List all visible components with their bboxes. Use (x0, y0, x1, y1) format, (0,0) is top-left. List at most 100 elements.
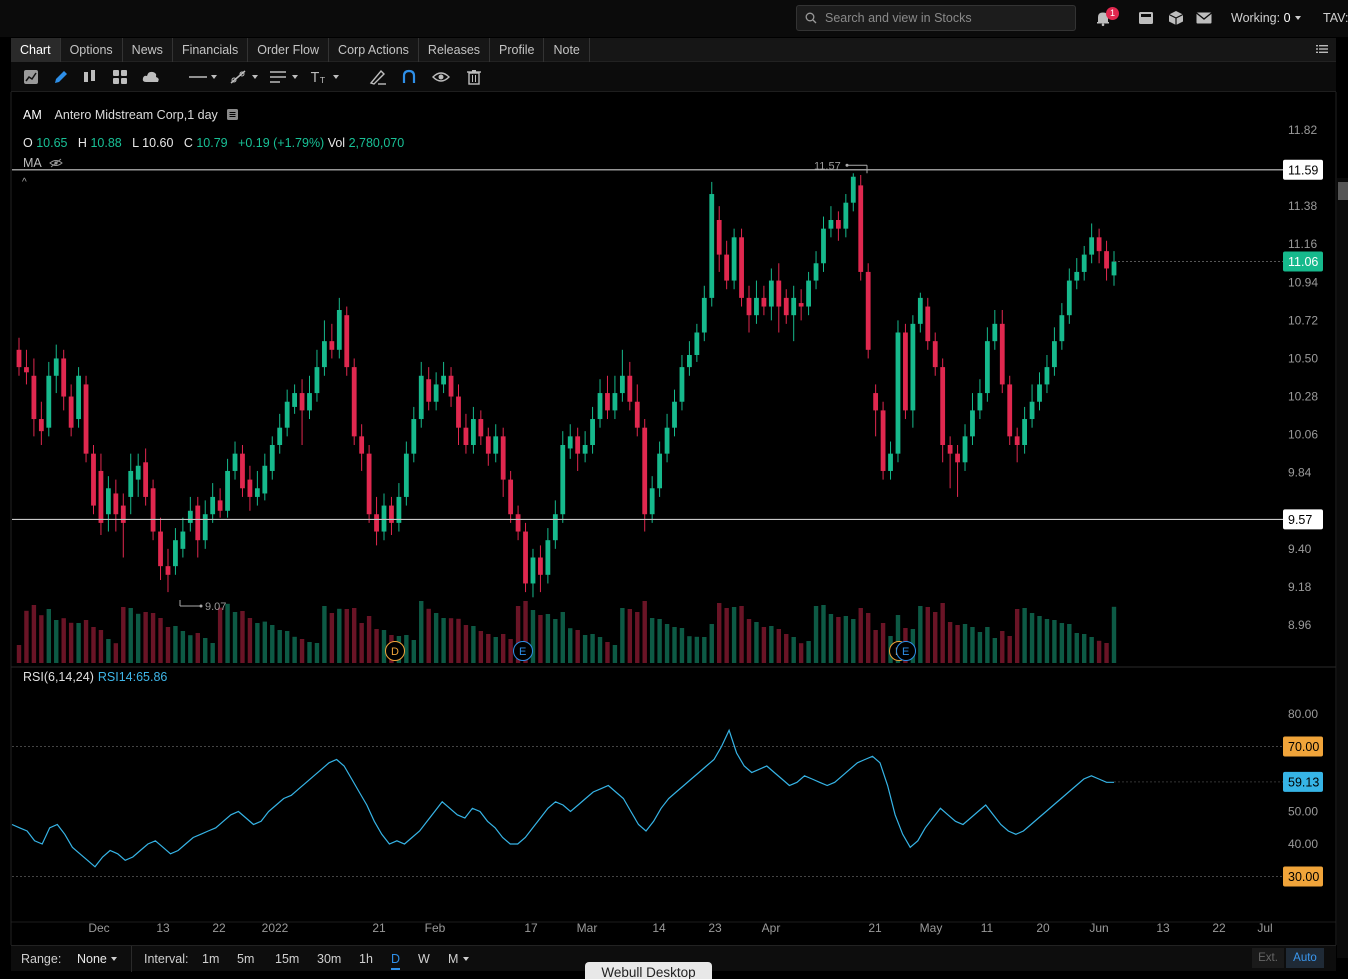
close-label: C (183, 136, 193, 150)
brush-icon[interactable] (369, 69, 387, 85)
volume-bar (925, 607, 930, 663)
tab-chart[interactable]: Chart (11, 37, 61, 62)
volume-bar (262, 621, 268, 663)
tab-options[interactable]: Options (61, 37, 123, 62)
auto-scale-button[interactable]: Auto (1286, 948, 1324, 968)
candle-body (165, 566, 171, 575)
volume-bar (873, 630, 878, 663)
candle-body (493, 436, 499, 454)
ma-label: MA (23, 156, 42, 170)
low-label: L (132, 136, 139, 150)
candle-body (403, 453, 409, 497)
x-axis-label: 13 (1156, 921, 1170, 935)
extended-hours-button[interactable]: Ext. (1252, 948, 1284, 968)
fib-tool-icon[interactable] (269, 69, 299, 85)
trendline-tool-icon[interactable] (229, 69, 259, 85)
ma-indicator[interactable]: MA (23, 156, 63, 170)
candle-body (761, 297, 767, 307)
working-orders[interactable]: Working: 0 (1231, 11, 1302, 25)
candle-body (828, 220, 834, 229)
cube-icon[interactable] (1167, 9, 1185, 27)
magnet-icon[interactable] (401, 69, 417, 85)
tab-news[interactable]: News (123, 37, 173, 62)
volume-bar (284, 631, 290, 663)
volume-bar (16, 645, 22, 663)
volume-bar (843, 616, 849, 663)
x-axis-label: 11 (981, 921, 994, 935)
low-marker-label: 9.07 (205, 601, 226, 613)
top-bar: Search and view in Stocks 1 Working: 0 T… (0, 0, 1348, 37)
volume-bar (1022, 608, 1027, 663)
candle-body (1014, 436, 1020, 445)
volume-bar (1037, 616, 1042, 663)
candle-body (776, 280, 782, 307)
volume-bar (970, 627, 975, 663)
tab-profile[interactable]: Profile (490, 37, 545, 62)
low-marker-dot (199, 604, 203, 608)
candle-body (835, 220, 841, 229)
tab-note[interactable]: Note (544, 37, 590, 62)
search-input[interactable]: Search and view in Stocks (796, 5, 1076, 31)
volume-bar (203, 638, 208, 663)
volume-bar (46, 609, 51, 663)
volume-bar (933, 612, 938, 663)
candle-body (68, 396, 74, 428)
candle-body (329, 341, 335, 350)
price-axis-label: 11.38 (1288, 199, 1317, 213)
chart-type-icon[interactable] (23, 69, 39, 85)
rsi-axis-label: 40.00 (1288, 837, 1318, 851)
tab-order-flow[interactable]: Order Flow (248, 37, 330, 62)
caret-down-icon (462, 957, 469, 961)
interval-d[interactable]: D (391, 952, 401, 970)
candle-body (694, 332, 700, 355)
volume-bar (813, 606, 819, 663)
info-icon[interactable] (227, 109, 239, 120)
inbox-icon[interactable] (1137, 9, 1155, 27)
interval-w[interactable]: W (418, 952, 430, 966)
pencil-icon[interactable] (53, 69, 69, 85)
candle-body (724, 254, 730, 281)
volume-bar (731, 607, 737, 663)
candles-icon[interactable] (82, 69, 98, 85)
line-style-icon[interactable] (188, 69, 218, 85)
candle-body (1059, 315, 1065, 342)
interval-m[interactable]: M (448, 952, 470, 966)
volume-label: Vol (327, 136, 346, 150)
tab-corp-actions[interactable]: Corp Actions (329, 37, 419, 62)
candle-body (590, 419, 595, 445)
price-chart[interactable]: 11.82 11.38 11.16 10.94 10.72 10.50 10.28 10.06… (0, 92, 1348, 945)
eye-hidden-icon[interactable] (48, 158, 63, 168)
tab-releases[interactable]: Releases (419, 37, 491, 62)
interval-30m[interactable]: 30m (317, 952, 341, 966)
interval-1h[interactable]: 1h (359, 952, 373, 966)
range-value: None (77, 952, 107, 966)
text-tool-icon[interactable]: TT (310, 69, 340, 85)
range-label: Range: (21, 952, 62, 966)
cloud-icon[interactable] (142, 69, 160, 85)
volume-bar (195, 633, 200, 663)
volume-bar (821, 605, 826, 663)
rsi-legend: RSI(6,14,24) RSI14:65.86 (23, 670, 167, 684)
volume-bar (426, 608, 431, 663)
volume-bar (210, 643, 215, 663)
interval-15m[interactable]: 15m (275, 952, 299, 966)
candle-body (120, 505, 126, 523)
interval-1m[interactable]: 1m (202, 952, 219, 966)
candle-body (977, 393, 983, 411)
layout-grid-icon[interactable] (112, 69, 128, 85)
interval-5m[interactable]: 5m (237, 952, 254, 966)
trash-icon[interactable] (466, 69, 482, 85)
mail-icon[interactable] (1195, 9, 1213, 27)
candle-body (627, 375, 633, 402)
eye-icon[interactable] (432, 69, 450, 85)
volume-bar (322, 606, 327, 663)
volume-bar (404, 635, 409, 663)
tab-financials[interactable]: Financials (173, 37, 249, 62)
list-menu-icon[interactable] (1316, 44, 1328, 54)
high-marker-dot (845, 163, 849, 167)
volume-bar (694, 636, 700, 663)
range-select[interactable]: None (77, 952, 118, 966)
candle-body (552, 514, 558, 541)
volume-bar (739, 606, 744, 663)
volume-bar (649, 618, 655, 663)
